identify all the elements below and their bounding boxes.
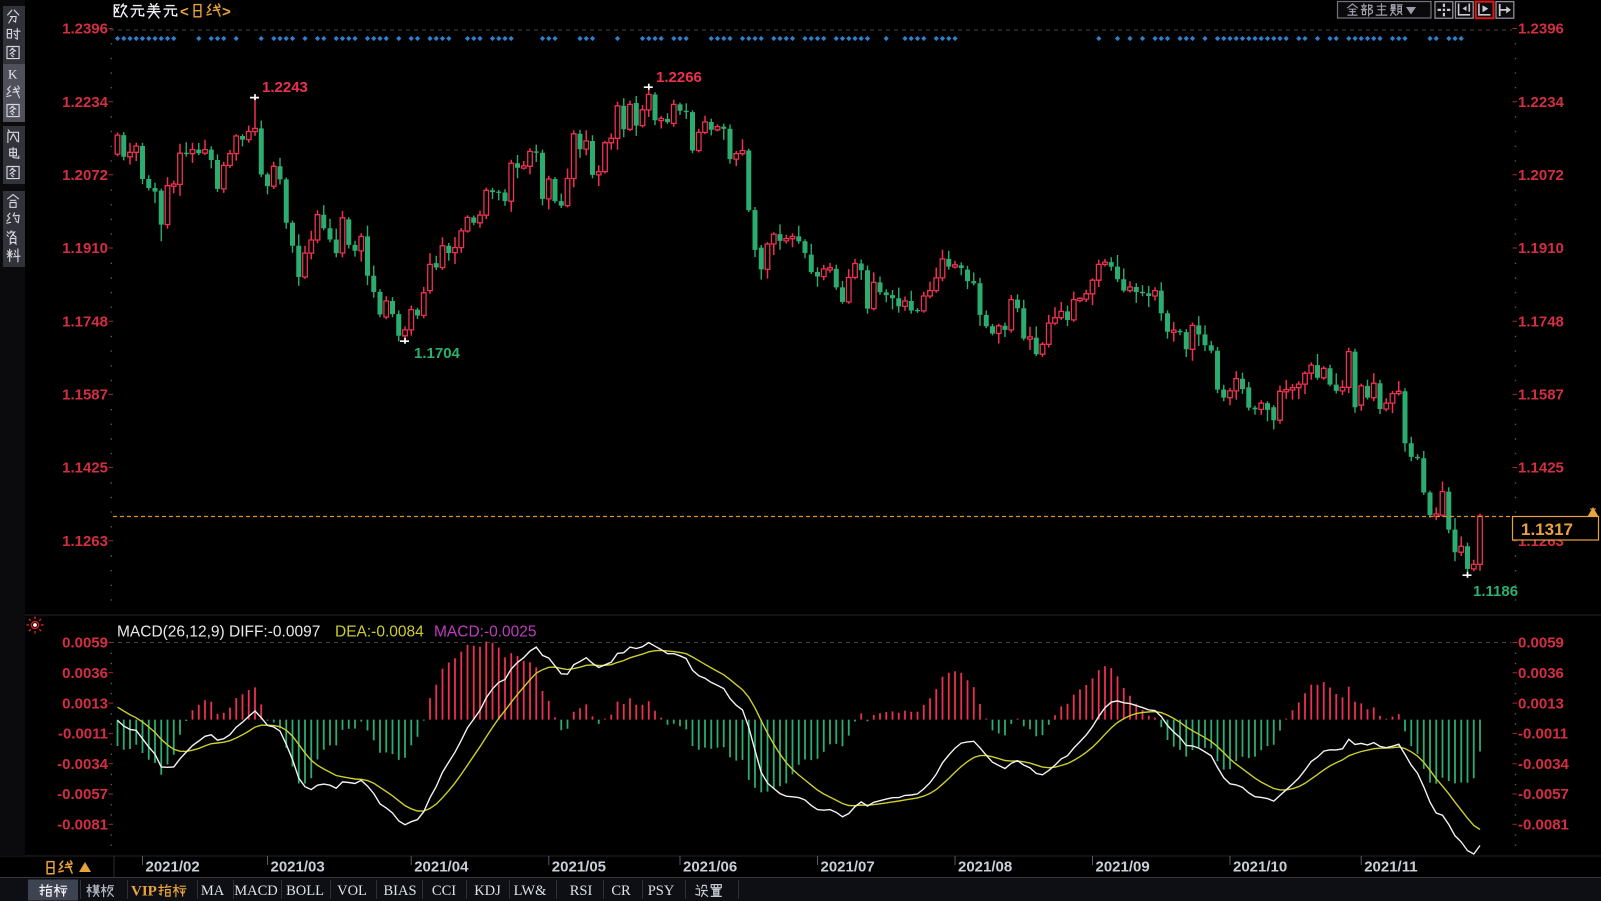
svg-text:1.1186: 1.1186 xyxy=(1473,583,1518,600)
svg-text:0.0036: 0.0036 xyxy=(1518,665,1564,682)
svg-text:MACD(26,12,9): MACD(26,12,9) xyxy=(117,624,225,641)
svg-text:1.1587: 1.1587 xyxy=(1518,387,1564,404)
svg-text:1.1425: 1.1425 xyxy=(62,460,108,477)
svg-text:2021/05: 2021/05 xyxy=(552,859,606,876)
svg-text:KDJ: KDJ xyxy=(474,883,501,899)
svg-text:1.1910: 1.1910 xyxy=(1518,240,1564,257)
svg-text:2021/06: 2021/06 xyxy=(683,859,737,876)
svg-text:MA: MA xyxy=(201,883,225,899)
svg-text:-0.0034: -0.0034 xyxy=(57,756,109,773)
svg-text:-0.0034: -0.0034 xyxy=(1518,756,1570,773)
svg-text:BIAS: BIAS xyxy=(383,883,416,899)
svg-text:1.1704: 1.1704 xyxy=(414,345,461,362)
svg-text:2021/09: 2021/09 xyxy=(1096,859,1150,876)
svg-text:-0.0011: -0.0011 xyxy=(58,726,108,743)
svg-text:CR: CR xyxy=(611,883,631,899)
svg-text:LW&: LW& xyxy=(514,883,547,899)
svg-text:1.2243: 1.2243 xyxy=(262,79,308,96)
svg-text:RSI: RSI xyxy=(570,883,593,899)
svg-text:MACD:-0.0025: MACD:-0.0025 xyxy=(434,624,537,641)
svg-text:2021/11: 2021/11 xyxy=(1364,859,1417,876)
svg-text:2021/04: 2021/04 xyxy=(414,859,469,876)
svg-text:DIFF:-0.0097: DIFF:-0.0097 xyxy=(229,624,320,641)
svg-text:MACD: MACD xyxy=(234,883,278,899)
svg-text:-0.0057: -0.0057 xyxy=(57,786,108,803)
svg-text:<: < xyxy=(180,4,189,21)
svg-text:1.2396: 1.2396 xyxy=(1518,21,1564,38)
svg-text:BOLL: BOLL xyxy=(286,883,324,899)
svg-text:0.0013: 0.0013 xyxy=(1518,695,1564,712)
svg-text:VIP: VIP xyxy=(131,884,157,900)
svg-text:VOL: VOL xyxy=(337,883,367,899)
svg-text:1.1748: 1.1748 xyxy=(62,313,108,330)
svg-text:1.1425: 1.1425 xyxy=(1518,460,1564,477)
svg-text:-0.0081: -0.0081 xyxy=(1518,817,1569,834)
svg-text:2021/08: 2021/08 xyxy=(958,859,1012,876)
svg-text:1.2072: 1.2072 xyxy=(62,167,108,184)
svg-text:1.2072: 1.2072 xyxy=(1518,167,1564,184)
svg-text:1.1748: 1.1748 xyxy=(1518,313,1564,330)
svg-text:CCI: CCI xyxy=(432,883,456,899)
svg-text:0.0013: 0.0013 xyxy=(62,695,108,712)
svg-text:-0.0011: -0.0011 xyxy=(1518,726,1568,743)
svg-text:1.1263: 1.1263 xyxy=(62,533,108,550)
svg-text:2021/07: 2021/07 xyxy=(821,859,875,876)
svg-text:>: > xyxy=(222,4,231,21)
svg-text:2021/03: 2021/03 xyxy=(271,859,325,876)
svg-text:1.2396: 1.2396 xyxy=(62,21,108,38)
svg-text:1.1317: 1.1317 xyxy=(1521,520,1573,539)
svg-text:0.0059: 0.0059 xyxy=(62,635,108,652)
svg-text:2021/02: 2021/02 xyxy=(146,859,200,876)
svg-text:0.0059: 0.0059 xyxy=(1518,635,1564,652)
svg-text:1.2266: 1.2266 xyxy=(656,69,702,86)
svg-text:1.2234: 1.2234 xyxy=(62,94,109,111)
svg-text:DEA:-0.0084: DEA:-0.0084 xyxy=(335,624,424,641)
svg-text:1.1587: 1.1587 xyxy=(62,387,108,404)
svg-text:-0.0057: -0.0057 xyxy=(1518,786,1569,803)
svg-text:K: K xyxy=(8,67,18,82)
svg-text:1.1910: 1.1910 xyxy=(62,240,108,257)
svg-text:0.0036: 0.0036 xyxy=(62,665,108,682)
svg-text:PSY: PSY xyxy=(648,883,675,899)
svg-text:2021/10: 2021/10 xyxy=(1233,859,1287,876)
svg-text:1.2234: 1.2234 xyxy=(1518,94,1565,111)
svg-text:-0.0081: -0.0081 xyxy=(57,817,108,834)
